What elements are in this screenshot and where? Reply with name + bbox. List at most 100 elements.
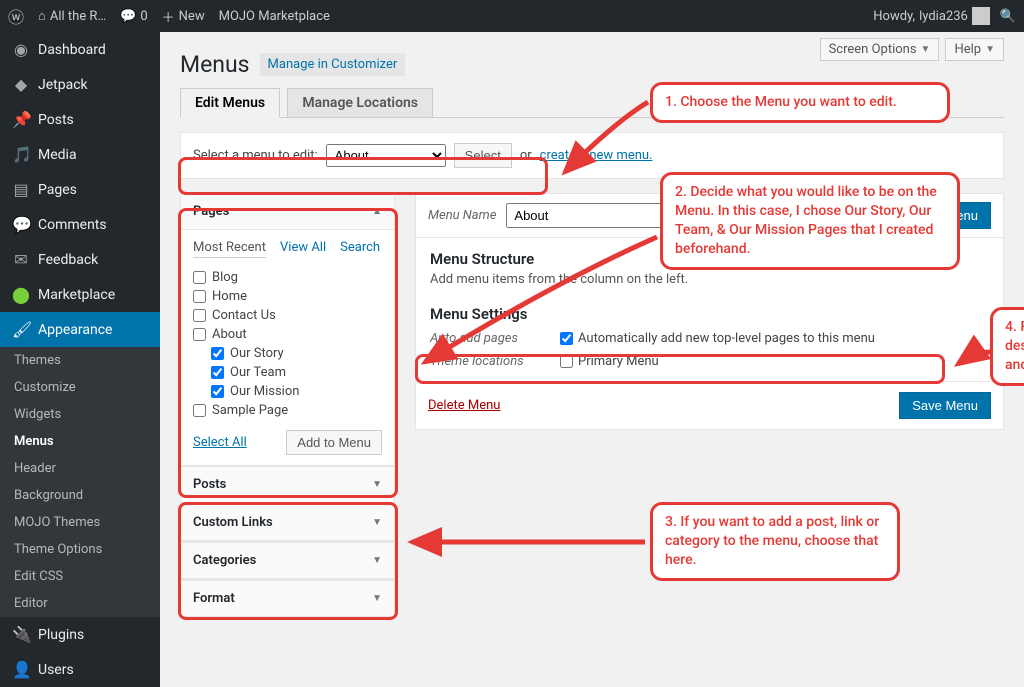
sub-customize[interactable]: Customize — [0, 374, 160, 401]
manage-customizer-link[interactable]: Manage in Customizer — [260, 53, 406, 76]
page-checkbox[interactable] — [211, 366, 224, 379]
chevron-down-icon: ▼ — [921, 44, 931, 55]
menu-select[interactable]: About — [326, 144, 446, 167]
select-menu-label: Select a menu to edit: — [193, 148, 318, 163]
panel-categories: Categories▼ — [180, 542, 395, 580]
comments-icon: 💬 — [12, 215, 30, 234]
menu-settings-title: Menu Settings — [430, 305, 989, 323]
page-item[interactable]: Contact Us — [193, 306, 382, 325]
sidebar-item-plugins[interactable]: 🔌Plugins — [0, 617, 160, 652]
panel-format-head[interactable]: Format▼ — [181, 581, 394, 616]
pin-icon: 📌 — [12, 110, 30, 129]
tab-manage-locations[interactable]: Manage Locations — [287, 88, 433, 117]
panel-custom-links-head[interactable]: Custom Links▼ — [181, 505, 394, 541]
menu-name-input[interactable] — [506, 203, 686, 228]
wp-logo-icon[interactable]: ⓦ — [8, 4, 24, 28]
sidebar-item-jetpack[interactable]: ◆Jetpack — [0, 67, 160, 102]
theme-loc-label: Theme locations — [430, 354, 530, 369]
mojo-link[interactable]: MOJO Marketplace — [219, 9, 330, 24]
avatar — [972, 7, 990, 25]
save-menu-button-bottom[interactable]: Save Menu — [899, 392, 991, 419]
auto-add-checkbox[interactable] — [560, 332, 573, 345]
panel-pages: Pages▲ Most Recent View All Search Blog … — [180, 193, 395, 466]
sidebar-item-users[interactable]: 👤Users — [0, 652, 160, 687]
page-checkbox[interactable] — [193, 328, 206, 341]
page-item[interactable]: Blog — [193, 268, 382, 287]
sidebar-item-feedback[interactable]: ✉Feedback — [0, 242, 160, 277]
menu-editor-column: Menu Name Save Menu Menu Structure Add m… — [415, 193, 1004, 430]
accordion-column: Pages▲ Most Recent View All Search Blog … — [180, 193, 395, 617]
chevron-down-icon: ▼ — [372, 517, 382, 528]
howdy-user[interactable]: Howdy, lydia236 — [873, 7, 990, 25]
page-checkbox[interactable] — [193, 271, 206, 284]
delete-menu-link[interactable]: Delete Menu — [428, 398, 500, 413]
screen-options-button[interactable]: Screen Options ▼ — [820, 38, 940, 61]
page-checkbox[interactable] — [193, 404, 206, 417]
sub-background[interactable]: Background — [0, 482, 160, 509]
pages-tab-viewall[interactable]: View All — [280, 240, 326, 258]
users-icon: 👤 — [12, 660, 30, 679]
sidebar-item-dashboard[interactable]: ◉Dashboard — [0, 32, 160, 67]
panel-posts-head[interactable]: Posts▼ — [181, 467, 394, 503]
sidebar-item-marketplace[interactable]: ⬤Marketplace — [0, 277, 160, 312]
site-title[interactable]: ⌂ All the R… — [38, 8, 106, 24]
marketplace-icon: ⬤ — [12, 285, 30, 304]
chevron-down-icon: ▼ — [372, 479, 382, 490]
save-menu-button-top[interactable]: Save Menu — [899, 202, 991, 229]
menu-structure-help: Add menu items from the column on the le… — [430, 272, 989, 287]
menu-name-row: Menu Name Save Menu — [415, 193, 1004, 238]
new-link[interactable]: ＋ New — [162, 7, 205, 26]
search-icon[interactable]: 🔍 — [1000, 9, 1016, 24]
sub-widgets[interactable]: Widgets — [0, 401, 160, 428]
page-checkbox[interactable] — [193, 290, 206, 303]
sub-edit-css[interactable]: Edit CSS — [0, 563, 160, 590]
media-icon: 🎵 — [12, 145, 30, 164]
sub-mojo-themes[interactable]: MOJO Themes — [0, 509, 160, 536]
or-text: or — [520, 148, 532, 163]
page-item[interactable]: Our Mission — [193, 382, 382, 401]
panel-format: Format▼ — [180, 580, 395, 617]
add-to-menu-button[interactable]: Add to Menu — [286, 430, 382, 455]
menu-name-label: Menu Name — [428, 208, 496, 223]
create-new-menu-link[interactable]: create a new menu. — [540, 148, 653, 163]
help-button[interactable]: Help ▼ — [945, 38, 1004, 61]
sub-menus[interactable]: Menus — [0, 428, 160, 455]
page-item[interactable]: Our Story — [193, 344, 382, 363]
sidebar-submenu: Themes Customize Widgets Menus Header Ba… — [0, 347, 160, 617]
pages-tab-recent[interactable]: Most Recent — [193, 240, 266, 258]
theme-loc-check-label[interactable]: Primary Menu — [560, 354, 659, 369]
sidebar-item-posts[interactable]: 📌Posts — [0, 102, 160, 137]
chevron-down-icon: ▼ — [372, 593, 382, 604]
sidebar-item-pages[interactable]: ▤Pages — [0, 172, 160, 207]
panel-categories-head[interactable]: Categories▼ — [181, 543, 394, 579]
page-checkbox[interactable] — [193, 309, 206, 322]
sub-themes[interactable]: Themes — [0, 347, 160, 374]
panel-pages-head[interactable]: Pages▲ — [181, 194, 394, 230]
feedback-icon: ✉ — [12, 250, 30, 269]
sidebar-item-appearance[interactable]: 🖌Appearance — [0, 312, 160, 347]
sub-theme-options[interactable]: Theme Options — [0, 536, 160, 563]
page-item[interactable]: Sample Page — [193, 401, 382, 420]
select-button[interactable]: Select — [454, 143, 512, 168]
comments-link[interactable]: 💬 0 — [120, 9, 148, 24]
home-icon: ⌂ — [38, 8, 46, 24]
sub-editor[interactable]: Editor — [0, 590, 160, 617]
page-checkbox[interactable] — [211, 385, 224, 398]
theme-loc-checkbox[interactable] — [560, 355, 573, 368]
sidebar-item-comments[interactable]: 💬Comments — [0, 207, 160, 242]
tab-edit-menus[interactable]: Edit Menus — [180, 88, 280, 118]
page-checkbox[interactable] — [211, 347, 224, 360]
admin-toolbar: ⓦ ⌂ All the R… 💬 0 ＋ New MOJO Marketplac… — [0, 0, 1024, 32]
panel-posts: Posts▼ — [180, 466, 395, 504]
page-item[interactable]: Home — [193, 287, 382, 306]
select-all-link[interactable]: Select All — [193, 435, 247, 450]
plus-icon: ＋ — [162, 7, 175, 26]
sidebar-item-media[interactable]: 🎵Media — [0, 137, 160, 172]
auto-add-check-label[interactable]: Automatically add new top-level pages to… — [560, 331, 875, 346]
page-item[interactable]: About — [193, 325, 382, 344]
sub-header[interactable]: Header — [0, 455, 160, 482]
main-content: Screen Options ▼ Help ▼ Menus Manage in … — [160, 32, 1024, 687]
page-item[interactable]: Our Team — [193, 363, 382, 382]
chevron-down-icon: ▼ — [985, 44, 995, 55]
pages-tab-search[interactable]: Search — [340, 240, 380, 258]
